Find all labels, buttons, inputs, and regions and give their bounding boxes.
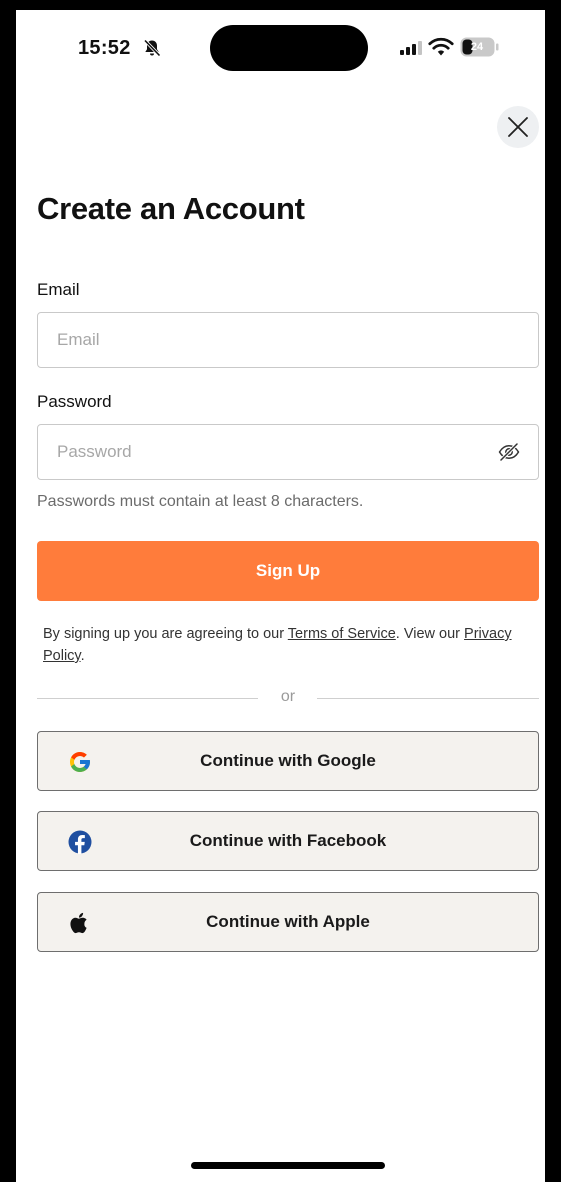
frame-border-left [0,0,16,1182]
close-button[interactable] [497,106,539,148]
sign-up-button[interactable]: Sign Up [37,541,539,601]
continue-with-google-button[interactable]: Continue with Google [37,731,539,791]
battery-level: 24 [470,41,484,53]
close-icon [508,117,528,137]
divider-line-left [37,698,258,699]
divider-line-right [317,698,539,699]
continue-with-apple-button[interactable]: Continue with Apple [37,892,539,952]
password-helper-text: Passwords must contain at least 8 charac… [37,493,364,510]
divider-label: or [280,688,296,705]
status-bar: 15:52 24 [16,10,545,80]
password-field-box[interactable] [37,424,539,480]
email-field-box[interactable] [37,312,539,368]
continue-with-facebook-button[interactable]: Continue with Facebook [37,811,539,871]
continue-with-google-label: Continue with Google [200,751,376,770]
frame-border-right [545,0,561,1182]
eye-slash-icon[interactable] [498,442,520,462]
legal-middle: . View our [395,626,465,642]
password-label: Password [37,392,112,411]
legal-text: By signing up you are agreeing to our Te… [43,623,533,667]
signal-icon [400,41,422,55]
dynamic-island [210,25,368,71]
home-indicator [191,1162,385,1169]
continue-with-facebook-label: Continue with Facebook [189,831,387,850]
wifi-icon [428,37,454,56]
status-time: 15:52 [78,37,131,59]
continue-with-apple-label: Continue with Apple [206,912,370,931]
email-label: Email [37,280,80,299]
bell-slash-icon [143,39,161,57]
email-input[interactable] [57,313,487,367]
legal-prefix: By signing up you are agreeing to our [43,626,288,642]
frame-border-top [0,0,561,10]
app-screen: 15:52 24 Create an Account Email Email P… [0,0,561,1182]
terms-of-service-link[interactable]: Terms of Service [288,626,396,642]
legal-suffix: . [80,648,85,664]
password-input[interactable] [57,425,487,479]
page-title: Create an Account [37,191,305,226]
